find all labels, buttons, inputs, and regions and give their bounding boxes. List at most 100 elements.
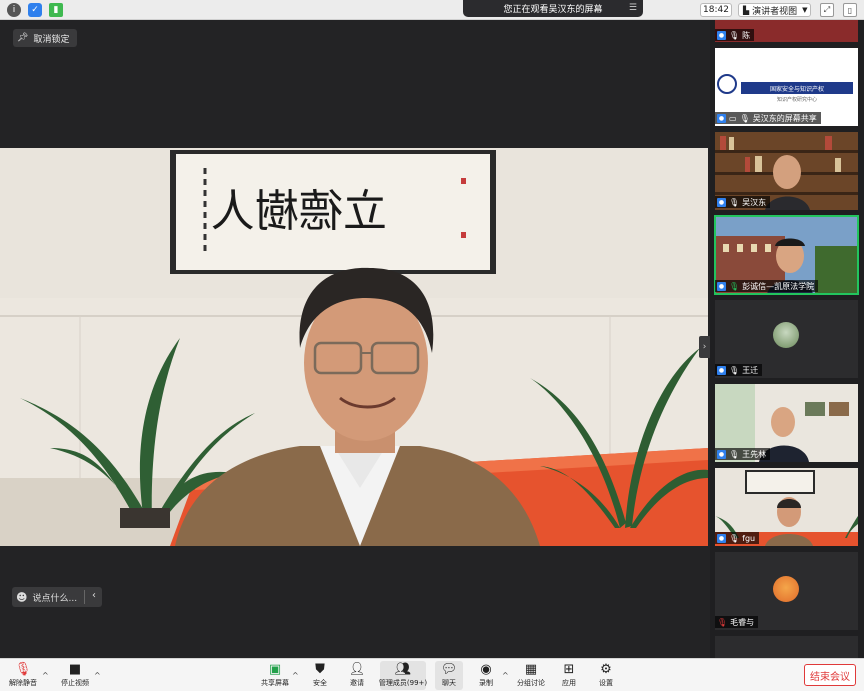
share-screen-button[interactable]: ▣ 共享屏幕 — [260, 661, 290, 690]
invite-label: 邀请 — [350, 679, 364, 687]
person-icon: ● — [717, 449, 726, 459]
person-icon: ● — [717, 113, 726, 123]
participant-namebar: ● 🎙︎ 彭诚信—凯原法学院 — [715, 280, 819, 292]
security-label: 安全 — [313, 679, 327, 687]
participant-tile[interactable]: ● 🎙︎ 陈 — [715, 20, 858, 42]
main-stage: 📌︎ 取消锁定 立德樹人 › ☻ 说点什么... ‹ — [0, 20, 710, 658]
participant-tile-screen-share[interactable]: 国家安全与知识产权 知识产权研究中心 ● ▭ 🎙︎ 吴汉东的屏幕共享 — [715, 48, 858, 126]
record-icon: ◉ — [480, 662, 492, 677]
signal-icon[interactable]: ▮ — [49, 3, 63, 17]
chat-button[interactable]: 💬︎ 聊天 — [435, 661, 463, 690]
chevron-left-icon[interactable]: ‹ — [92, 590, 96, 601]
view-mode-label: 演讲者视图 — [752, 6, 798, 17]
viewing-banner[interactable]: 您正在观看吴汉东的屏幕 ☰ — [463, 0, 643, 17]
settings-button[interactable]: ⚙ 设置 — [592, 661, 620, 690]
info-icon[interactable]: i — [7, 3, 21, 17]
unpin-label: 取消锁定 — [33, 34, 70, 45]
stop-video-button[interactable]: ■ 停止视频 — [58, 661, 92, 690]
participant-name: 吴汉东的屏幕共享 — [752, 113, 817, 123]
participant-namebar: ● 🎙︎ 陈 — [715, 29, 755, 41]
chat-label: 聊天 — [442, 679, 456, 687]
meeting-window: i ✓ ▮ 您正在观看吴汉东的屏幕 ☰ 18:42 ▙ 演讲者视图 ▼ ⤢ ▯ … — [0, 0, 864, 691]
microphone-icon: 🎙︎ — [729, 533, 740, 543]
add-person-icon: 👤︎ — [348, 662, 366, 677]
microphone-active-icon: 🎙︎ — [729, 281, 740, 291]
chat-placeholder: 说点什么... — [32, 593, 78, 604]
end-meeting-button[interactable]: 结束会议 — [804, 664, 856, 686]
invite-button[interactable]: 👤︎ 邀请 — [343, 661, 371, 690]
participant-tile[interactable]: ● 🎙︎ 王先林 — [715, 384, 858, 462]
avatar — [773, 322, 799, 348]
avatar — [773, 576, 799, 602]
chevron-right-icon[interactable]: › — [699, 336, 710, 358]
participant-namebar: ● 🎙︎ 吴汉东 — [715, 196, 771, 208]
share-screen-label: 共享屏幕 — [261, 679, 289, 687]
participants-label: 管理成员(99+) — [378, 679, 428, 687]
microphone-icon: 🎙︎ — [729, 365, 740, 375]
unmute-button[interactable]: 🎙︎ 解除静音 — [8, 661, 38, 690]
chevron-up-icon[interactable]: ^ — [292, 671, 299, 680]
shield-icon: ⛊ — [315, 662, 325, 677]
participant-namebar: ● 🎙︎ 王先林 — [715, 448, 771, 460]
security-button[interactable]: ⛊ 安全 — [306, 661, 334, 690]
breakout-rooms-label: 分组讨论 — [517, 679, 545, 687]
person-icon: ● — [717, 197, 726, 207]
participant-namebar: ● 🎙︎ 王迁 — [715, 364, 763, 376]
apps-icon: ⊞ — [563, 662, 575, 677]
participant-name: 彭诚信—凯原法学院 — [742, 281, 815, 291]
gear-icon: ⚙ — [600, 662, 612, 677]
speaker-scene: 立德樹人 — [0, 148, 708, 546]
sidebar-toggle-icon[interactable]: ▯ — [843, 3, 857, 17]
stop-video-label: 停止视频 — [61, 679, 89, 687]
shield-icon[interactable]: ✓ — [28, 3, 42, 17]
pin-icon: 📌︎ — [17, 33, 29, 43]
person-icon: ● — [717, 30, 726, 40]
chat-input[interactable]: ☻ 说点什么... ‹ — [12, 587, 102, 607]
participant-name: fgu — [742, 533, 756, 543]
apps-button[interactable]: ⊞ 应用 — [555, 661, 583, 690]
emoji-icon[interactable]: ☻ — [16, 591, 27, 604]
participant-tile-active[interactable]: ● 🎙︎ 彭诚信—凯原法学院 — [714, 215, 859, 295]
fullscreen-icon[interactable]: ⤢ — [820, 3, 834, 17]
microphone-muted-icon: 🎙︎ — [14, 662, 32, 677]
breakout-rooms-button[interactable]: ▦ 分组讨论 — [516, 661, 546, 690]
participant-tile[interactable] — [715, 636, 858, 658]
chevron-down-icon: ▼ — [802, 6, 808, 14]
divider — [84, 590, 85, 604]
chevron-up-icon[interactable]: ^ — [502, 671, 509, 680]
chevron-up-icon[interactable]: ^ — [94, 671, 101, 680]
participant-tile[interactable]: ● 🎙︎ fgu — [715, 468, 858, 546]
slide-title: 国家安全与知识产权 — [741, 82, 853, 94]
participant-name: 吴汉东 — [742, 197, 767, 207]
top-bar: i ✓ ▮ 您正在观看吴汉东的屏幕 ☰ 18:42 ▙ 演讲者视图 ▼ ⤢ ▯ — [0, 0, 864, 20]
participant-namebar: ● ▭ 🎙︎ 吴汉东的屏幕共享 — [715, 112, 821, 124]
menu-icon[interactable]: ☰ — [629, 3, 637, 13]
microphone-icon: 🎙︎ — [739, 113, 750, 123]
participant-name: 陈 — [742, 30, 751, 40]
microphone-icon: 🎙︎ — [729, 197, 740, 207]
video-camera-icon: ■ — [68, 662, 82, 677]
participants-button[interactable]: 👥︎ 管理成员(99+) — [378, 661, 428, 690]
microphone-muted-icon: 🎙︎ — [717, 617, 728, 627]
person-icon: ● — [717, 365, 726, 375]
participant-name: 毛睿与 — [730, 617, 755, 627]
chat-icon: 💬︎ — [440, 662, 458, 677]
participant-namebar: 🎙︎ 毛睿与 — [715, 616, 759, 628]
record-button[interactable]: ◉ 录制 — [472, 661, 500, 690]
person-icon: ● — [717, 533, 726, 543]
participant-tile[interactable]: ● 🎙︎ 王迁 — [715, 300, 858, 378]
view-mode-button[interactable]: ▙ 演讲者视图 ▼ — [738, 3, 811, 17]
participant-tile[interactable]: 🎙︎ 毛睿与 — [715, 552, 858, 630]
meeting-clock: 18:42 — [700, 3, 732, 17]
screen-share-icon: ▭ — [729, 113, 737, 123]
unpin-button[interactable]: 📌︎ 取消锁定 — [13, 29, 78, 47]
viewing-banner-text: 您正在观看吴汉东的屏幕 — [503, 5, 603, 15]
breakout-rooms-icon: ▦ — [524, 662, 538, 677]
participant-name: 王先林 — [742, 449, 767, 459]
calligraphy-text: 立德樹人 — [211, 186, 387, 237]
microphone-icon: 🎙︎ — [729, 30, 740, 40]
participant-tile[interactable]: ● 🎙︎ 吴汉东 — [715, 132, 858, 210]
participant-namebar: ● 🎙︎ fgu — [715, 532, 760, 544]
chevron-up-icon[interactable]: ^ — [42, 671, 49, 680]
participants-icon: 👥︎ — [394, 662, 412, 677]
